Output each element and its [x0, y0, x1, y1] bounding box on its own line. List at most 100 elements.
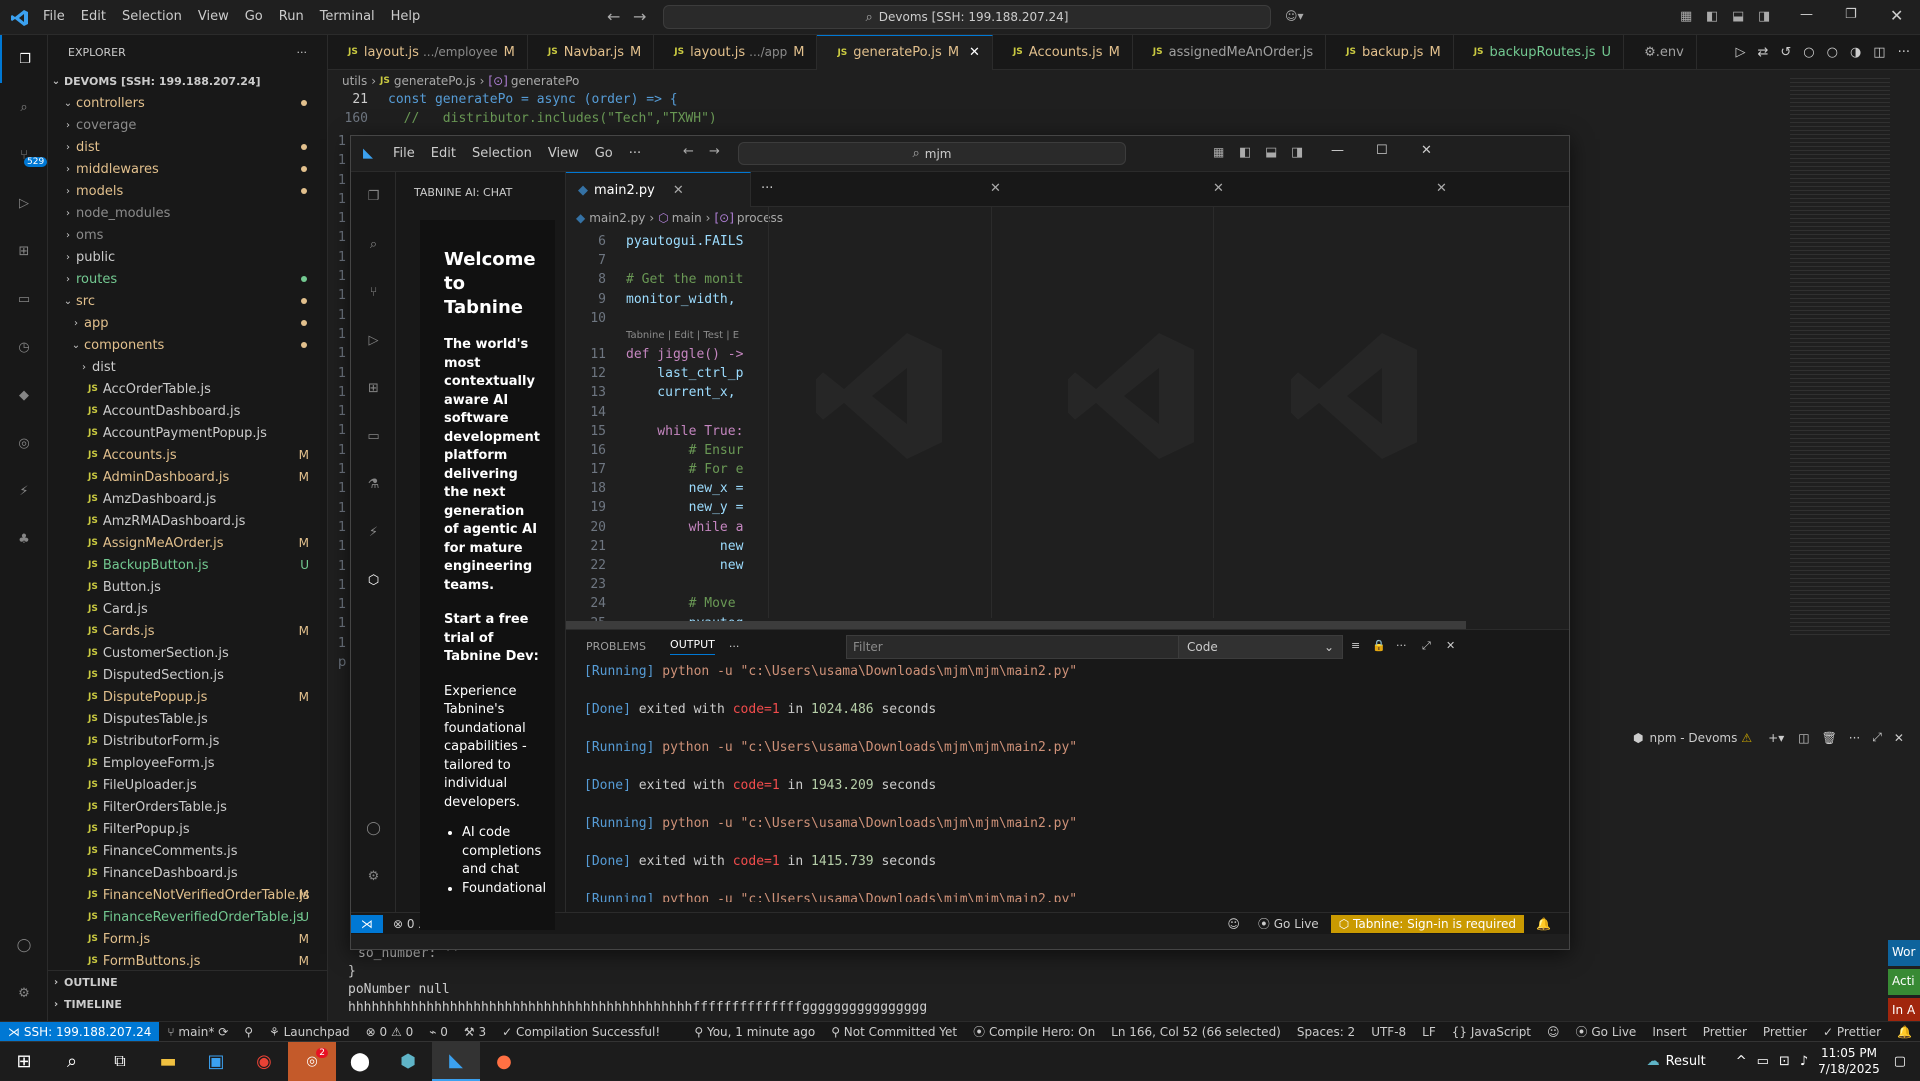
- inner-testing-icon[interactable]: ⚗: [351, 460, 396, 508]
- inner-forward-icon[interactable]: →: [709, 144, 720, 159]
- inner-tabnine-icon[interactable]: ⬡: [351, 556, 396, 604]
- remote-indicator[interactable]: ⋊ SSH: 199.188.207.24: [0, 1021, 160, 1042]
- tab-backupjs[interactable]: JS backup.js M: [1326, 34, 1454, 70]
- code-line[interactable]: 13 current_x,: [566, 385, 754, 404]
- gitlens-icon[interactable]: ◑: [1850, 45, 1861, 60]
- task-view-icon[interactable]: ⧉: [96, 1051, 144, 1071]
- kill-terminal-icon[interactable]: 🗑: [1822, 731, 1837, 745]
- close-tab-icon[interactable]: ✕: [673, 183, 684, 198]
- file-item[interactable]: JS DistributorForm.js: [48, 730, 327, 752]
- vscode-taskbar-icon[interactable]: ◣: [432, 1041, 480, 1081]
- file-item[interactable]: JS AccOrderTable.js: [48, 378, 327, 400]
- file-item[interactable]: JS AmzDashboard.js: [48, 488, 327, 510]
- store-icon[interactable]: ▣: [192, 1051, 240, 1072]
- file-explorer-icon[interactable]: ▬: [144, 1051, 192, 1072]
- clear-output-icon[interactable]: ≡: [1351, 639, 1360, 652]
- file-item[interactable]: JS Button.js: [48, 576, 327, 598]
- menu-file[interactable]: File: [35, 9, 73, 24]
- tab-layoutjs[interactable]: JS layout.js .../employee M: [328, 34, 528, 70]
- file-item[interactable]: JS AssignMeAOrder.js M: [48, 532, 327, 554]
- python-icon[interactable]: ♣: [0, 515, 48, 563]
- code-line[interactable]: 7: [566, 253, 754, 272]
- remote-explorer-icon[interactable]: ▭: [0, 275, 48, 323]
- menu-edit[interactable]: Edit: [73, 9, 114, 24]
- folder-public[interactable]: › public: [48, 246, 327, 268]
- weather-label[interactable]: Result: [1666, 1054, 1706, 1069]
- code-line[interactable]: 17 # For e: [566, 462, 754, 481]
- folder-app[interactable]: › app: [48, 312, 327, 334]
- crumb-file[interactable]: main2.py: [589, 211, 645, 225]
- close-output-icon[interactable]: ✕: [1446, 639, 1455, 652]
- windows-start-icon[interactable]: ⊞: [0, 1051, 48, 1072]
- notice-2[interactable]: Acti: [1888, 969, 1920, 995]
- tab-navbarjs[interactable]: JS Navbar.js M: [528, 34, 655, 70]
- prettier-1[interactable]: Prettier: [1695, 1025, 1755, 1039]
- file-item[interactable]: JS AccountPaymentPopup.js: [48, 422, 327, 444]
- tab-generatepojs[interactable]: JS generatePo.js M ✕: [817, 34, 993, 70]
- menu-selection[interactable]: Selection: [114, 9, 190, 24]
- copilot-icon[interactable]: ☺▾: [1285, 9, 1304, 23]
- code-line[interactable]: 12 last_ctrl_p: [566, 366, 754, 385]
- ports-count[interactable]: ⌁ 0: [421, 1025, 456, 1039]
- tray-expand-icon[interactable]: ^: [1736, 1054, 1747, 1069]
- taskbar-search-icon[interactable]: ⌕: [48, 1051, 96, 1072]
- inner-back-icon[interactable]: ←: [683, 144, 694, 159]
- git-branch[interactable]: ⑂ main* ⟳: [159, 1025, 236, 1039]
- explorer-more-icon[interactable]: ···: [297, 46, 308, 59]
- close-group-4-icon[interactable]: ✕: [1436, 181, 1447, 196]
- maximize-output-icon[interactable]: ⤢: [1422, 639, 1431, 653]
- inner-remote-icon[interactable]: ▭: [351, 412, 396, 460]
- timeline-prev-icon[interactable]: ○: [1803, 45, 1814, 60]
- terminal-name[interactable]: npm - Devoms: [1649, 731, 1737, 745]
- more-actions-icon[interactable]: ···: [1898, 45, 1910, 60]
- folder-dist[interactable]: › dist: [48, 356, 327, 378]
- file-item[interactable]: JS DisputesTable.js: [48, 708, 327, 730]
- problems-count[interactable]: ⊗ 0 ⚠ 0: [358, 1025, 422, 1039]
- file-item[interactable]: JS EmployeeForm.js: [48, 752, 327, 774]
- code-line[interactable]: 20 while a: [566, 520, 754, 539]
- inner-notifications-icon[interactable]: 🔔: [1536, 917, 1551, 931]
- inner-sidebar-toggle-icon[interactable]: ◧: [1239, 145, 1251, 160]
- tab-backuproutesjs[interactable]: JS backupRoutes.js U: [1454, 34, 1625, 70]
- prettier-2[interactable]: Prettier: [1755, 1025, 1815, 1039]
- inner-minimize-icon[interactable]: —: [1331, 143, 1344, 158]
- inner-menu-edit[interactable]: Edit: [423, 146, 464, 161]
- inner-panel-toggle-icon[interactable]: ⬓: [1265, 145, 1277, 160]
- source-control-icon[interactable]: ⑂ 529: [0, 131, 48, 179]
- horizontal-scrollbar[interactable]: [566, 621, 1466, 629]
- search-view-icon[interactable]: ⌕: [0, 83, 48, 131]
- gitlens-icon[interactable]: ◎: [0, 419, 48, 467]
- inner-more-menu-icon[interactable]: ···: [629, 146, 641, 161]
- thunder-client-icon[interactable]: ⚡: [0, 467, 48, 515]
- code-line[interactable]: 15 while True:: [566, 424, 754, 443]
- maximize-panel-icon[interactable]: ⤢: [1872, 730, 1882, 745]
- tab-accountsjs[interactable]: JS Accounts.js M: [993, 34, 1133, 70]
- close-window-icon[interactable]: ✕: [1890, 6, 1903, 25]
- code-line[interactable]: 11 def jiggle() ->: [566, 347, 754, 366]
- copilot-status-icon[interactable]: ☺: [1539, 1025, 1568, 1039]
- folder-routes[interactable]: › routes: [48, 268, 327, 290]
- inner-go-live[interactable]: ⦿ Go Live: [1258, 915, 1319, 932]
- extension-count[interactable]: ⚒ 3: [456, 1025, 494, 1039]
- code-line[interactable]: 14: [566, 405, 754, 424]
- inner-close-icon[interactable]: ✕: [1421, 143, 1432, 158]
- split-terminal-icon[interactable]: ◫: [1798, 731, 1809, 745]
- inner-layout-icon[interactable]: ▦: [1213, 145, 1224, 159]
- app-icon-dark[interactable]: ⬤: [336, 1051, 384, 1072]
- file-item[interactable]: JS Accounts.js M: [48, 444, 327, 466]
- inner-thunder-icon[interactable]: ⚡: [351, 508, 396, 556]
- file-item[interactable]: JS DisputePopup.js M: [48, 686, 327, 708]
- tabnine-signin-status[interactable]: ⬡ Tabnine: Sign-in is required: [1330, 914, 1525, 933]
- menu-terminal[interactable]: Terminal: [312, 9, 383, 24]
- folder-controllers[interactable]: ⌄ controllers: [48, 92, 327, 114]
- file-item[interactable]: JS FileUploader.js: [48, 774, 327, 796]
- workspace-root[interactable]: ⌄ DEVOMS [SSH: 199.188.207.24]: [48, 70, 327, 92]
- inner-copilot-icon[interactable]: ☺: [1227, 917, 1240, 931]
- run-debug-icon[interactable]: ▷: [0, 179, 48, 227]
- close-tab-icon[interactable]: ✕: [969, 45, 980, 60]
- restore-icon[interactable]: ❐: [1845, 7, 1857, 22]
- prettier-3[interactable]: ✓ Prettier: [1815, 1025, 1889, 1039]
- notification-center-icon[interactable]: ▢: [1894, 1054, 1906, 1069]
- inner-settings-icon[interactable]: ⚙: [351, 852, 396, 900]
- notice-1[interactable]: Wor: [1888, 940, 1920, 966]
